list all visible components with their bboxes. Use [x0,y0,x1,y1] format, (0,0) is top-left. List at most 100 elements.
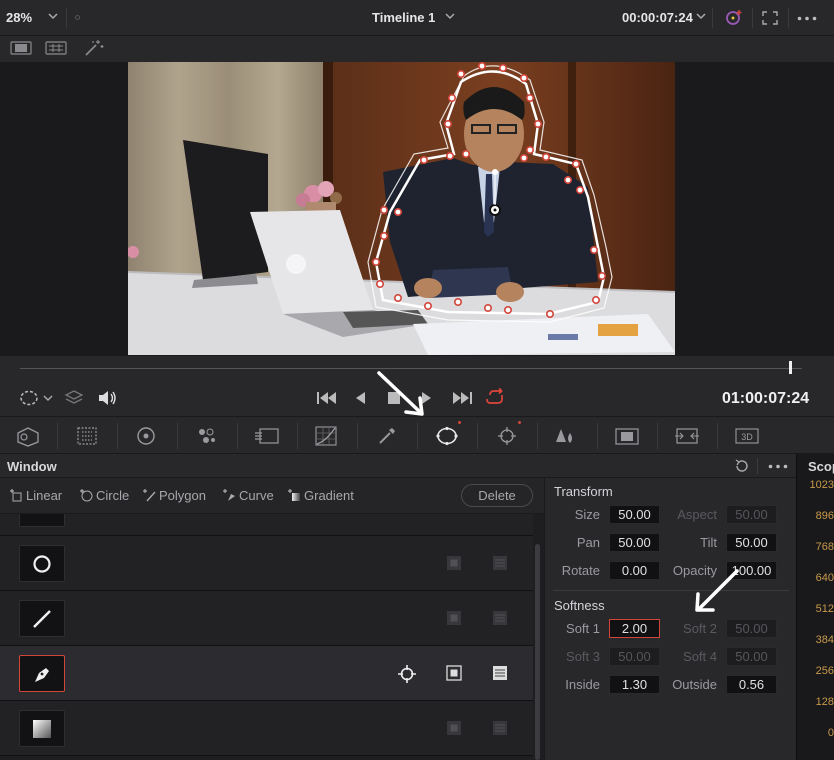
delete-button[interactable]: Delete [461,484,533,507]
scope-tick: 896 [815,510,834,522]
tilt-label: Tilt [700,535,717,550]
viewer-header: 28% Timeline 1 00:00:07:24 [0,0,834,36]
gradient-button[interactable]: Gradient [287,488,354,503]
curve-pen-icon [223,489,235,501]
window-row-gradient[interactable] [0,701,533,756]
curve-button[interactable]: Curve [222,488,274,503]
mask-icon[interactable] [492,555,508,571]
fullscreen-icon[interactable] [762,11,778,25]
mask-icon[interactable] [492,720,508,736]
window-thumbnail[interactable] [19,655,65,692]
softness-title: Softness [554,598,605,613]
zoom-level[interactable]: 28% [6,10,32,25]
active-indicator [518,421,521,424]
invert-icon[interactable] [446,555,462,571]
mask-icon[interactable] [492,665,508,681]
divider [537,423,538,449]
rgb-mixer-icon[interactable] [194,425,218,447]
inside-field[interactable]: 1.30 [609,675,660,694]
pan-field[interactable]: 50.00 [609,533,660,552]
window-thumbnail[interactable] [19,514,65,527]
color-overlay-icon[interactable] [724,9,744,27]
divider [657,423,658,449]
scope-tick: 384 [815,634,834,646]
tracking-target-icon[interactable] [397,664,417,684]
divider [417,423,418,449]
source-timecode[interactable]: 00:00:07:24 [622,10,693,25]
color-wheels-icon[interactable] [135,425,157,447]
chevron-down-icon[interactable] [46,9,60,23]
invert-icon[interactable] [446,720,462,736]
window-row[interactable] [0,514,533,536]
divider [66,8,67,28]
window-row-curve[interactable] [0,646,533,701]
window-viewer-mode-icon[interactable] [18,389,40,407]
chevron-down-icon[interactable] [42,393,54,403]
transform-title: Transform [554,484,613,499]
3d-icon[interactable]: 3D [734,427,760,445]
soft4-field[interactable]: 50.00 [726,647,777,666]
mask-icon[interactable] [492,610,508,626]
timeline-title[interactable]: Timeline 1 [372,10,435,25]
aspect-field[interactable]: 50.00 [726,505,777,524]
gallery-view-icon[interactable] [45,41,67,55]
more-options-icon[interactable] [797,16,817,21]
blur-icon[interactable] [554,425,578,447]
invert-icon[interactable] [446,610,462,626]
divider [597,423,598,449]
sizing-icon[interactable] [674,425,700,447]
skip-to-end-icon[interactable] [451,391,473,405]
polygon-button[interactable]: Polygon [142,488,206,503]
circle-label: Circle [96,488,130,503]
rotate-label: Rotate [561,563,600,578]
layers-icon[interactable] [64,389,84,407]
invert-icon[interactable] [446,665,462,681]
line-window-icon [33,610,51,628]
window-tool-icon[interactable] [434,424,460,448]
chevron-down-icon[interactable] [443,9,457,23]
curves-icon[interactable] [314,425,338,447]
playhead[interactable] [789,361,792,374]
key-icon[interactable] [614,425,640,447]
linear-icon [10,489,22,502]
single-viewer-icon[interactable] [10,41,32,55]
magic-wand-icon[interactable] [84,39,104,57]
outside-field[interactable]: 0.56 [726,675,777,694]
more-options-icon[interactable] [768,464,788,469]
soft2-field[interactable]: 50.00 [726,619,777,638]
camera-raw-icon[interactable] [14,425,42,447]
circle-button[interactable]: Circle [79,488,129,503]
size-field[interactable]: 50.00 [609,505,660,524]
skip-to-start-icon[interactable] [316,391,338,405]
divider [297,423,298,449]
rotate-field[interactable]: 0.00 [609,561,660,580]
window-list [0,514,544,760]
window-row-circle[interactable] [0,536,533,591]
color-match-icon[interactable] [76,425,98,447]
window-thumbnail[interactable] [19,600,65,637]
window-thumbnail[interactable] [19,710,65,747]
tracker-icon[interactable] [496,425,518,447]
play-reverse-icon[interactable] [354,391,366,405]
polygon-icon [143,489,156,502]
reset-icon[interactable] [734,458,750,474]
tilt-field[interactable]: 50.00 [726,533,777,552]
soft3-field[interactable]: 50.00 [609,647,660,666]
loop-icon[interactable] [485,388,507,406]
soft1-field[interactable]: 2.00 [609,619,660,638]
linear-button[interactable]: Linear [9,488,62,503]
scrubber-track[interactable] [20,368,802,369]
video-frame[interactable] [128,62,675,355]
motion-effects-icon[interactable] [254,426,280,446]
chevron-down-icon[interactable] [694,9,708,23]
window-thumbnail[interactable] [19,545,65,582]
scope-tick: 768 [815,541,834,553]
divider [712,8,713,28]
linear-label: Linear [26,488,63,503]
divider [553,590,789,591]
speaker-icon[interactable] [96,389,118,407]
qualifier-eyedropper-icon[interactable] [376,425,398,447]
circle-window-icon [33,555,51,573]
gradient-icon [288,489,300,501]
window-row-line[interactable] [0,591,533,646]
